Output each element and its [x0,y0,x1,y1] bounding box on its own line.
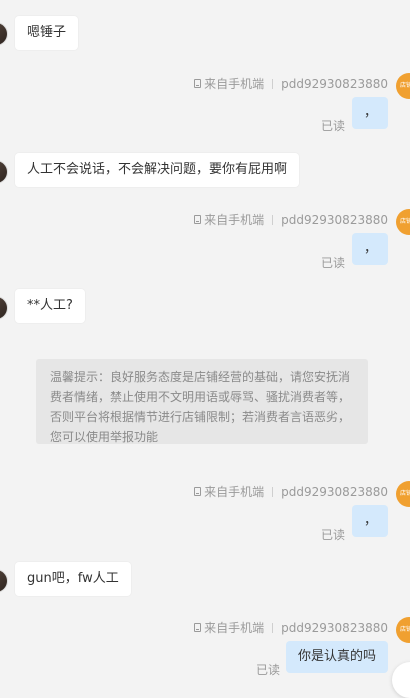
customer-avatar[interactable] [0,22,8,46]
meta-divider [272,486,274,497]
seller-username: pdd92930823880 [281,484,388,499]
meta-divider [272,78,274,89]
incoming-message: gun吧，fw人工 [15,562,131,596]
outgoing-message: ， [352,97,388,129]
phone-icon [194,623,202,632]
seller-username: pdd92930823880 [281,620,388,635]
customer-avatar[interactable] [0,296,8,320]
floating-action-button[interactable] [392,662,410,698]
seller-avatar[interactable]: 店铺 [396,481,410,507]
customer-avatar[interactable] [0,160,8,184]
meta-divider [272,214,274,225]
service-notice: 温馨提示：良好服务态度是店铺经营的基础，请您安抚消费者情绪，禁止使用不文明用语或… [36,359,368,444]
chat-window: 嗯锤子 来自手机端 pdd92930823880 店铺 ， 已读 人工不会说话，… [0,0,410,698]
phone-icon [194,487,202,496]
message-meta: 来自手机端 pdd92930823880 [194,619,388,636]
phone-icon [194,215,202,224]
incoming-message: 人工不会说话，不会解决问题，要你有屁用啊 [15,153,300,187]
seller-avatar[interactable]: 店铺 [396,73,410,99]
seller-avatar[interactable]: 店铺 [396,617,410,643]
message-source: 来自手机端 [204,213,265,227]
message-meta: 来自手机端 pdd92930823880 [194,75,388,92]
seller-username: pdd92930823880 [281,76,388,91]
read-status: 已读 [256,663,281,677]
read-status: 已读 [321,256,346,270]
read-status: 已读 [321,528,346,542]
customer-avatar[interactable] [0,569,8,593]
read-status: 已读 [321,119,346,133]
outgoing-message: ， [352,233,388,265]
incoming-message: 嗯锤子 [15,16,79,50]
message-source: 来自手机端 [204,621,265,635]
meta-divider [272,622,274,633]
message-source: 来自手机端 [204,485,265,499]
outgoing-message: 你是认真的吗 [285,641,388,673]
phone-icon [194,79,202,88]
message-meta: 来自手机端 pdd92930823880 [194,483,388,500]
message-source: 来自手机端 [204,77,265,91]
outgoing-message: ， [352,505,388,537]
incoming-message: **人工? [15,289,85,323]
seller-avatar[interactable]: 店铺 [396,209,410,235]
message-meta: 来自手机端 pdd92930823880 [194,211,388,228]
seller-username: pdd92930823880 [281,212,388,227]
